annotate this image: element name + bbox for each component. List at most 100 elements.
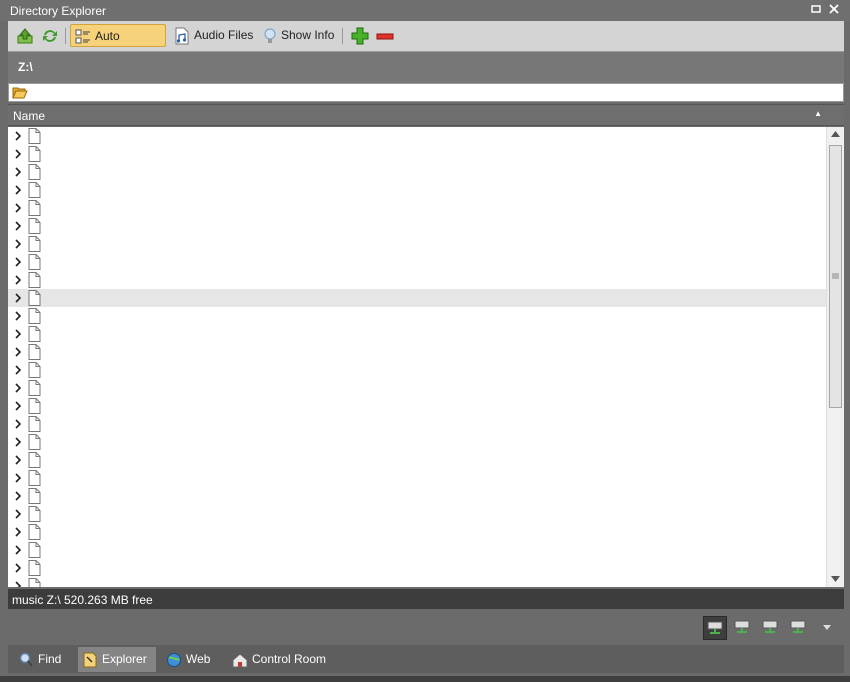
file-icon [28, 200, 41, 216]
refresh-button[interactable] [37, 24, 63, 47]
file-icon [28, 362, 41, 378]
list-item[interactable] [8, 163, 826, 181]
vertical-scrollbar[interactable] [826, 127, 844, 587]
file-icon [28, 182, 41, 198]
tab-find[interactable]: Find [14, 647, 76, 672]
expand-chevron-icon[interactable] [13, 166, 23, 178]
file-icon [28, 506, 41, 522]
expand-chevron-icon[interactable] [13, 184, 23, 196]
scroll-down-icon[interactable] [831, 576, 840, 582]
list-item[interactable] [8, 559, 826, 577]
expand-chevron-icon[interactable] [13, 508, 23, 520]
list-item[interactable] [8, 325, 826, 343]
status-bar: music Z:\ 520.263 MB free [8, 589, 844, 609]
list-item[interactable] [8, 361, 826, 379]
tab-explorer[interactable]: Explorer [78, 647, 156, 672]
go-up-icon [17, 28, 33, 44]
status-text: music Z:\ 520.263 MB free [12, 593, 153, 607]
list-item[interactable] [8, 235, 826, 253]
drive-button-4[interactable] [787, 616, 811, 640]
add-button[interactable] [347, 24, 373, 47]
dropdown-arrow-icon [823, 625, 831, 630]
expand-chevron-icon[interactable] [13, 580, 23, 587]
expand-chevron-icon[interactable] [13, 238, 23, 250]
list-item[interactable] [8, 145, 826, 163]
drive-button-bar [8, 612, 844, 644]
title-bar: Directory Explorer [0, 0, 850, 21]
globe-icon [167, 652, 181, 667]
list-item[interactable] [8, 289, 826, 307]
list-item[interactable] [8, 199, 826, 217]
auto-collapse-button[interactable]: Auto Collaps [70, 24, 166, 67]
maximize-icon[interactable] [808, 2, 824, 18]
tab-control-room[interactable]: Control Room [228, 647, 328, 672]
expand-chevron-icon[interactable] [13, 472, 23, 484]
list-item[interactable] [8, 127, 826, 145]
file-icon [28, 344, 41, 360]
expand-chevron-icon[interactable] [13, 400, 23, 412]
column-header[interactable]: Name ▲ [8, 104, 844, 126]
expand-chevron-icon[interactable] [13, 382, 23, 394]
show-info-button[interactable]: Show Info [259, 24, 338, 47]
list-item[interactable] [8, 451, 826, 469]
add-icon [351, 27, 369, 45]
expand-chevron-icon[interactable] [13, 418, 23, 430]
drive-button-3[interactable] [759, 616, 783, 640]
file-icon [28, 128, 41, 144]
drive-button-1[interactable] [703, 616, 727, 640]
expand-chevron-icon[interactable] [13, 454, 23, 466]
list-item[interactable] [8, 433, 826, 451]
list-item[interactable] [8, 181, 826, 199]
expand-chevron-icon[interactable] [13, 346, 23, 358]
expand-chevron-icon[interactable] [13, 202, 23, 214]
expand-chevron-icon[interactable] [13, 310, 23, 322]
current-path: Z:\ [18, 60, 33, 74]
list-item[interactable] [8, 253, 826, 271]
expand-chevron-icon[interactable] [13, 130, 23, 142]
expand-chevron-icon[interactable] [13, 148, 23, 160]
list-item[interactable] [8, 541, 826, 559]
list-item[interactable] [8, 271, 826, 289]
expand-chevron-icon[interactable] [13, 328, 23, 340]
network-drive-icon [734, 620, 750, 633]
scrollbar-thumb[interactable] [829, 145, 842, 408]
expand-chevron-icon[interactable] [13, 256, 23, 268]
remove-icon [376, 33, 394, 40]
list-item[interactable] [8, 397, 826, 415]
scroll-up-icon[interactable] [831, 131, 840, 137]
expand-chevron-icon[interactable] [13, 436, 23, 448]
address-bar[interactable] [8, 83, 844, 102]
file-icon [28, 524, 41, 540]
list-item[interactable] [8, 487, 826, 505]
expand-chevron-icon[interactable] [13, 490, 23, 502]
expand-chevron-icon[interactable] [13, 562, 23, 574]
list-item[interactable] [8, 343, 826, 361]
tab-web[interactable]: Web [162, 647, 222, 672]
close-icon[interactable] [826, 2, 842, 18]
list-item[interactable] [8, 379, 826, 397]
list-item[interactable] [8, 523, 826, 541]
list-item[interactable] [8, 307, 826, 325]
drive-button-2[interactable] [731, 616, 755, 640]
file-icon [28, 380, 41, 396]
expand-chevron-icon[interactable] [13, 364, 23, 376]
control-room-icon [232, 653, 248, 668]
toolbar: Auto Collaps Audio Files Show Info [8, 21, 844, 67]
expand-chevron-icon[interactable] [13, 220, 23, 232]
expand-chevron-icon[interactable] [13, 544, 23, 556]
go-up-button[interactable] [12, 24, 38, 47]
list-item[interactable] [8, 217, 826, 235]
list-item[interactable] [8, 577, 826, 587]
expand-chevron-icon[interactable] [13, 274, 23, 286]
tab-web-label: Web [186, 652, 211, 667]
list-item[interactable] [8, 469, 826, 487]
open-folder-icon [12, 87, 28, 99]
audio-files-button[interactable]: Audio Files [170, 24, 257, 47]
drive-dropdown-button[interactable] [816, 616, 840, 640]
expand-chevron-icon[interactable] [13, 292, 23, 304]
remove-button[interactable] [372, 24, 398, 47]
list-item[interactable] [8, 415, 826, 433]
expand-chevron-icon[interactable] [13, 526, 23, 538]
name-column-header[interactable]: Name [13, 109, 45, 123]
list-item[interactable] [8, 505, 826, 523]
